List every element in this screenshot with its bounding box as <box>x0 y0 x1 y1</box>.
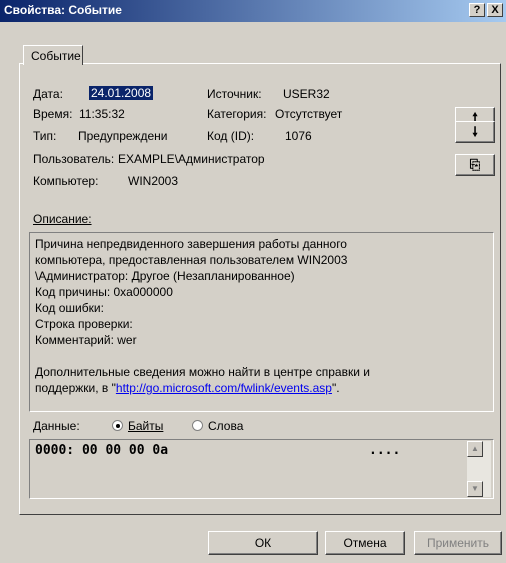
description-line: Код причины: 0xa000000 <box>35 285 173 299</box>
description-link-suffix: ". <box>331 381 340 395</box>
data-hex-row: 0000: 00 00 00 0a <box>35 443 169 458</box>
tab-event-label: Событие <box>31 49 81 63</box>
description-line: Строка проверки: <box>35 317 133 331</box>
description-label: Описание: <box>33 212 92 226</box>
description-line: \Администратор: Другое (Незапланированно… <box>35 269 295 283</box>
description-last-line: поддержки, в "http://go.microsoft.com/fw… <box>35 381 340 395</box>
description-line: Комментарий: wer <box>35 333 137 347</box>
description-line: компьютера, предоставленная пользователе… <box>35 253 348 267</box>
bytes-radio-label[interactable]: Байты <box>128 419 163 433</box>
description-line: Код ошибки: <box>35 301 104 315</box>
description-line: Причина непредвиденного завершения работ… <box>35 237 347 251</box>
words-radio-label[interactable]: Слова <box>208 419 243 433</box>
scroll-down-button[interactable]: ▼ <box>467 481 483 497</box>
bytes-radio[interactable] <box>112 420 123 431</box>
type-value: Предупреждени <box>78 129 168 143</box>
cancel-button[interactable]: Отмена <box>325 531 405 555</box>
title-bar: Свойства: Событие ? X <box>0 0 506 22</box>
data-label: Данные: <box>33 419 80 433</box>
apply-button[interactable]: Применить <box>414 531 502 555</box>
help-link[interactable]: http://go.microsoft.com/fwlink/events.as… <box>116 381 332 395</box>
user-value: EXAMPLE\Администратор <box>118 152 265 166</box>
date-label: Дата: <box>33 87 63 101</box>
date-value[interactable]: 24.01.2008 <box>89 86 154 100</box>
time-value: 11:35:32 <box>79 107 125 121</box>
category-label: Категория: <box>207 107 267 121</box>
description-line: Дополнительные сведения можно найти в це… <box>35 365 370 379</box>
copy-button[interactable]: ⎘ <box>455 154 495 176</box>
description-box[interactable]: Причина непредвиденного завершения работ… <box>29 232 494 412</box>
help-button[interactable]: ? <box>469 3 485 17</box>
id-value: 1076 <box>285 129 312 143</box>
data-scrollbar[interactable]: ▲ ▼ <box>467 441 491 497</box>
computer-value: WIN2003 <box>128 174 179 188</box>
close-button[interactable]: X <box>487 3 503 17</box>
type-label: Тип: <box>33 129 57 143</box>
time-label: Время: <box>33 107 73 121</box>
user-label: Пользователь: <box>33 152 115 166</box>
copy-icon: ⎘ <box>469 157 481 172</box>
data-box[interactable]: 0000: 00 00 00 0a .... <box>29 439 494 499</box>
description-link-prefix: поддержки, в " <box>35 381 116 395</box>
tab-event[interactable]: Событие <box>23 45 83 65</box>
source-label: Источник: <box>207 87 262 101</box>
arrow-down-icon: 🠗 <box>472 124 478 139</box>
source-value: USER32 <box>283 87 330 101</box>
category-value: Отсутствует <box>275 107 343 121</box>
words-radio[interactable] <box>192 420 203 431</box>
scroll-up-button[interactable]: ▲ <box>467 441 483 457</box>
id-label: Код (ID): <box>207 129 255 143</box>
window-title: Свойства: Событие <box>4 3 122 17</box>
data-ascii-row: .... <box>369 443 401 458</box>
computer-label: Компьютер: <box>33 174 99 188</box>
next-event-button[interactable]: 🠗 <box>455 121 495 143</box>
ok-button[interactable]: ОК <box>208 531 318 555</box>
